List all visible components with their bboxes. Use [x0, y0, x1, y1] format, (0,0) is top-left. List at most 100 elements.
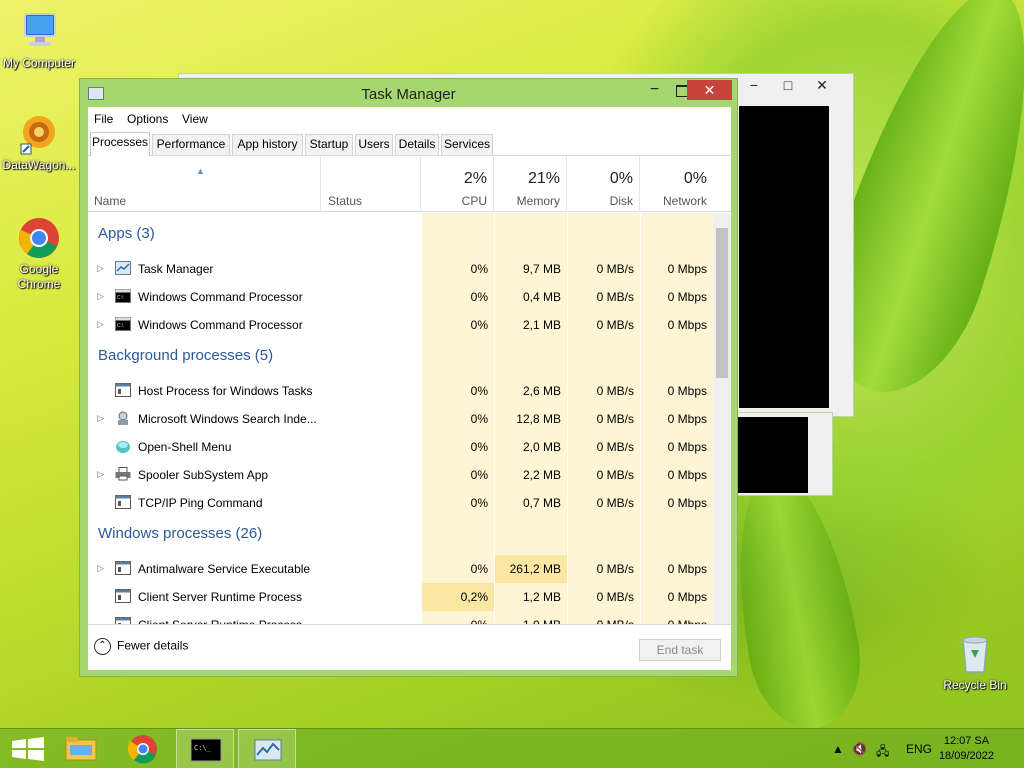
- column-network[interactable]: 0% Network: [641, 156, 713, 212]
- datawagon-icon: [17, 112, 61, 156]
- column-cpu[interactable]: 2% CPU: [422, 156, 494, 212]
- expand-chevron-icon[interactable]: ▷: [97, 563, 104, 574]
- expand-chevron-icon[interactable]: ▷: [97, 469, 104, 480]
- process-name: Open-Shell Menu: [138, 440, 232, 454]
- process-network: 0 Mbps: [667, 562, 707, 576]
- desktop-icon-my-computer[interactable]: My Computer: [0, 10, 78, 71]
- process-disk: 0 MB/s: [596, 468, 634, 482]
- chrome-icon: [17, 216, 61, 260]
- title-bar[interactable]: Task Manager − ✕: [80, 79, 737, 107]
- tab-services[interactable]: Services: [441, 134, 493, 155]
- process-name: Task Manager: [138, 262, 214, 276]
- console-icon: C:\_: [190, 738, 222, 762]
- process-cpu: 0%: [470, 412, 488, 426]
- volume-muted-icon[interactable]: 🔇: [852, 742, 867, 756]
- expand-chevron-icon[interactable]: ▷: [97, 263, 104, 274]
- close-button[interactable]: ✕: [807, 74, 837, 96]
- expand-chevron-icon[interactable]: ▷: [97, 291, 104, 302]
- process-cpu: 0%: [470, 496, 488, 510]
- footer: ⌃ Fewer details End task: [88, 624, 731, 670]
- expand-chevron-icon[interactable]: ▷: [97, 413, 104, 424]
- close-button[interactable]: ✕: [687, 80, 732, 100]
- start-button[interactable]: [0, 729, 58, 768]
- printer-icon: [115, 467, 131, 481]
- network-total: 0%: [683, 170, 707, 187]
- process-cpu: 0%: [470, 318, 488, 332]
- fewer-details-button[interactable]: ⌃ Fewer details: [94, 638, 188, 655]
- tab-details[interactable]: Details: [395, 134, 439, 155]
- desktop-icon-datawagon[interactable]: DataWagon...: [0, 112, 78, 173]
- taskbar-task-manager[interactable]: [238, 729, 296, 768]
- desktop-icon-label: Google Chrome: [17, 262, 61, 291]
- clock-date: 18/09/2022: [938, 750, 994, 762]
- tab-performance[interactable]: Performance: [152, 134, 230, 155]
- taskbar-command-prompt[interactable]: C:\_: [176, 729, 234, 768]
- desktop-icon-google-chrome[interactable]: Google Chrome: [0, 216, 78, 292]
- process-memory: 2,2 MB: [522, 468, 561, 482]
- process-row[interactable]: Host Process for Windows Tasks 0% 2,6 MB 0 …: [88, 377, 713, 405]
- show-hidden-icons[interactable]: ▲: [832, 742, 844, 756]
- tab-app-history[interactable]: App history: [232, 134, 303, 155]
- process-icon: [115, 589, 131, 603]
- process-name: Microsoft Windows Search Inde...: [138, 412, 317, 426]
- taskbar-chrome[interactable]: [114, 729, 172, 768]
- minimize-button[interactable]: −: [641, 81, 668, 101]
- process-network: 0 Mbps: [667, 590, 707, 604]
- process-row[interactable]: Client Server Runtime Process 0,2% 1,2 MB 0…: [88, 583, 713, 611]
- scrollbar-thumb[interactable]: [716, 228, 728, 378]
- fewer-details-label: Fewer details: [117, 638, 189, 653]
- process-row[interactable]: Open-Shell Menu 0% 2,0 MB 0 MB/s 0 Mbps: [88, 433, 713, 461]
- process-disk: 0 MB/s: [596, 496, 634, 510]
- minimize-button[interactable]: −: [739, 74, 769, 96]
- console-area: [739, 106, 829, 408]
- process-memory: 2,1 MB: [522, 318, 561, 332]
- desktop-icon-label: DataWagon...: [2, 158, 76, 172]
- process-row[interactable]: ▷ Microsoft Windows Search Inde... 0% 12,8 …: [88, 405, 713, 433]
- desktop-icon-recycle-bin[interactable]: Recycle Bin: [936, 632, 1014, 693]
- chevron-up-icon: ⌃: [94, 638, 111, 655]
- column-disk[interactable]: 0% Disk: [568, 156, 640, 212]
- process-memory: 261,2 MB: [509, 562, 561, 576]
- console-scrollbar[interactable]: [829, 106, 847, 408]
- column-name[interactable]: Name: [88, 156, 321, 212]
- background-console-window-2[interactable]: [737, 412, 833, 496]
- process-row[interactable]: ▷ C:\ Windows Command Processor 0% 2,1 MB 0 M…: [88, 311, 713, 339]
- maximize-button[interactable]: □: [773, 74, 803, 96]
- process-memory: 0,7 MB: [522, 496, 561, 510]
- tab-processes[interactable]: Processes: [90, 132, 150, 156]
- task-manager-window[interactable]: Task Manager − ✕ File Options View Proce…: [79, 78, 738, 677]
- expand-chevron-icon[interactable]: ▷: [97, 319, 104, 330]
- process-memory: 0,4 MB: [522, 290, 561, 304]
- process-row[interactable]: ▷ C:\ Windows Command Processor 0% 0,4 MB 0 M…: [88, 283, 713, 311]
- menu-view[interactable]: View: [182, 112, 208, 126]
- process-icon: [115, 617, 131, 624]
- process-row[interactable]: ▷ Antimalware Service Executable 0% 261,2 M…: [88, 555, 713, 583]
- process-name: Client Server Runtime Process: [138, 590, 303, 604]
- menu-options[interactable]: Options: [127, 112, 168, 126]
- network-icon[interactable]: 🖧: [876, 742, 889, 763]
- process-row[interactable]: ▷ Spooler SubSystem App 0% 2,2 MB 0 MB/s 0 Mb…: [88, 461, 713, 489]
- tab-strip: Processes Performance App history Startu…: [90, 132, 730, 156]
- column-status[interactable]: Status: [322, 156, 421, 212]
- process-icon: [115, 561, 131, 575]
- memory-total: 21%: [527, 170, 560, 187]
- task-manager-icon: [254, 739, 282, 761]
- process-name: Windows Command Processor: [138, 318, 303, 332]
- process-disk: 0 MB/s: [596, 440, 634, 454]
- clock[interactable]: 12:07 SA 18/09/2022: [939, 734, 994, 764]
- language-indicator[interactable]: ENG: [906, 742, 932, 756]
- process-memory: 12,8 MB: [516, 412, 561, 426]
- process-disk: 0 MB/s: [596, 384, 634, 398]
- process-row[interactable]: TCP/IP Ping Command 0% 0,7 MB 0 MB/s 0 Mbps: [88, 489, 713, 517]
- process-row[interactable]: Client Server Runtime Process0%1,0 MB0 M…: [88, 611, 713, 624]
- process-row[interactable]: ▷ Task Manager 0% 9,7 MB 0 MB/s 0 Mbps: [88, 255, 713, 283]
- console-icon: C:\: [115, 317, 131, 331]
- taskbar-file-explorer[interactable]: [52, 729, 110, 768]
- menu-file[interactable]: File: [94, 112, 113, 126]
- tab-startup[interactable]: Startup: [305, 134, 353, 155]
- tab-users[interactable]: Users: [355, 134, 393, 155]
- end-task-button[interactable]: End task: [639, 639, 721, 661]
- process-name: Spooler SubSystem App: [138, 468, 269, 482]
- process-list-scrollbar[interactable]: [713, 213, 731, 624]
- column-memory[interactable]: 21% Memory: [495, 156, 567, 212]
